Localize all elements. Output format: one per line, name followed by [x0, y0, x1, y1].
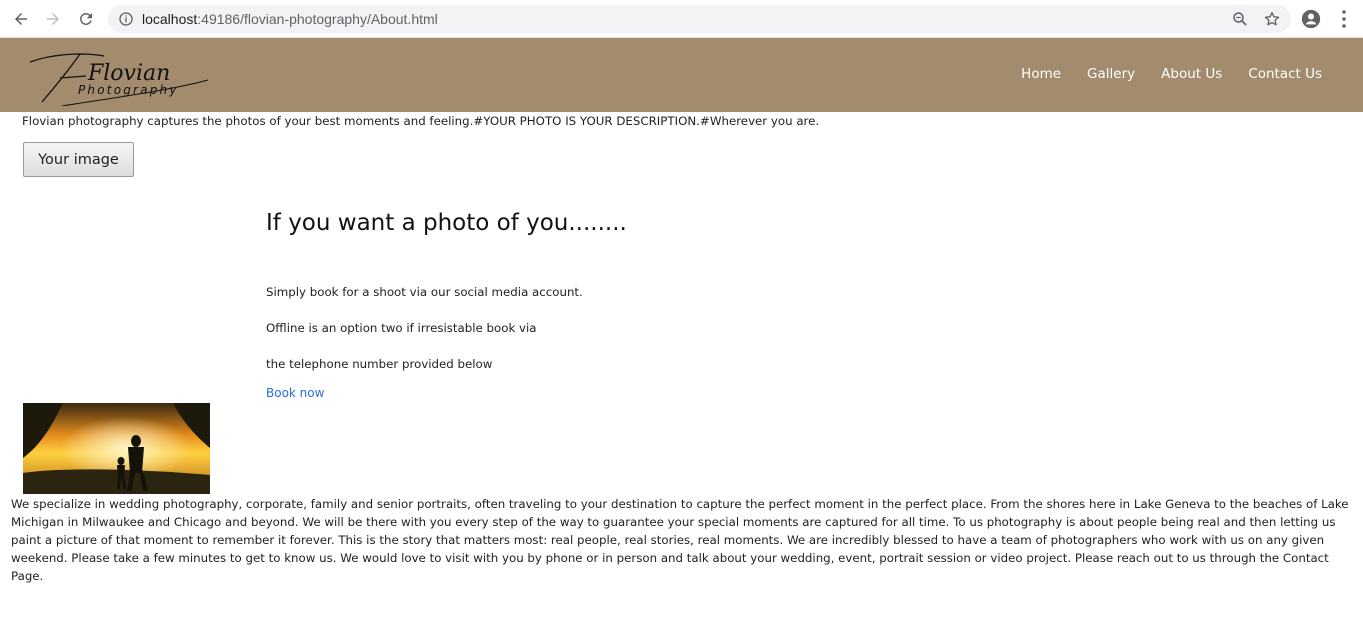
- back-arrow-icon[interactable]: [10, 8, 32, 30]
- zoom-icon[interactable]: [1231, 10, 1249, 28]
- intro-text: Flovian photography captures the photos …: [22, 114, 820, 128]
- your-image-button[interactable]: Your image: [23, 142, 134, 177]
- forward-arrow-icon[interactable]: [42, 8, 64, 30]
- booking-line-1: Simply book for a shoot via our social m…: [266, 285, 583, 299]
- main-nav: Home Gallery About Us Contact Us: [1021, 66, 1322, 82]
- sunset-photo: [23, 403, 210, 494]
- nav-contact-us[interactable]: Contact Us: [1248, 66, 1322, 82]
- address-bar[interactable]: localhost:49186/flovian-photography/Abou…: [108, 5, 1291, 33]
- booking-line-2: Offline is an option two if irresistable…: [266, 321, 537, 335]
- page-heading: If you want a photo of you........: [266, 210, 627, 236]
- site-logo[interactable]: Flovian Photography: [22, 46, 212, 107]
- menu-dots-icon[interactable]: [1336, 9, 1352, 29]
- profile-icon[interactable]: [1301, 9, 1321, 29]
- nav-gallery[interactable]: Gallery: [1087, 66, 1135, 82]
- browser-toolbar: localhost:49186/flovian-photography/Abou…: [0, 0, 1363, 38]
- info-icon[interactable]: [118, 11, 134, 27]
- nav-home[interactable]: Home: [1021, 66, 1061, 82]
- nav-about-us[interactable]: About Us: [1161, 66, 1222, 82]
- about-paragraph: We specialize in wedding photography, co…: [11, 497, 1349, 583]
- book-now-link[interactable]: Book now: [266, 386, 324, 400]
- reload-icon[interactable]: [75, 8, 97, 30]
- site-header: Flovian Photography Home Gallery About U…: [0, 38, 1363, 112]
- booking-line-3: the telephone number provided below: [266, 357, 493, 371]
- svg-text:Photography: Photography: [78, 83, 179, 97]
- bookmark-star-icon[interactable]: [1263, 10, 1281, 28]
- url-text[interactable]: localhost:49186/flovian-photography/Abou…: [142, 11, 438, 27]
